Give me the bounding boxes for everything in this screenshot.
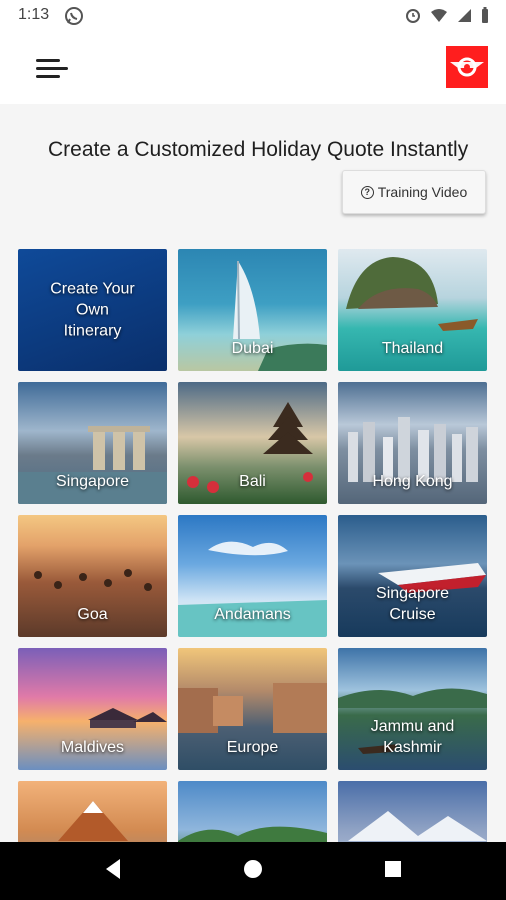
alarm-icon xyxy=(404,6,422,29)
home-circle-icon[interactable] xyxy=(240,856,266,887)
tile-label: Maldives xyxy=(60,739,125,756)
wifi-icon xyxy=(430,7,448,28)
tile-label: Jammu and Kashmir xyxy=(370,718,455,756)
tile-label: Singapore Cruise xyxy=(376,585,449,623)
recent-square-icon[interactable] xyxy=(382,856,404,887)
tile-bali[interactable]: Bali xyxy=(178,382,327,504)
question-circle-icon: ? xyxy=(360,185,374,199)
tile-mountain[interactable] xyxy=(18,781,167,842)
palms-image xyxy=(178,826,327,842)
tile-goa[interactable]: Goa xyxy=(18,515,167,637)
tile-label: Goa xyxy=(77,606,108,623)
whatsapp-icon xyxy=(64,6,84,31)
tile-label: Thailand xyxy=(381,340,444,357)
tile-label: Dubai xyxy=(231,340,274,357)
status-bar: 1:13 xyxy=(0,0,506,32)
tile-label: Andamans xyxy=(214,606,291,623)
tile-label: Create Your Own Itinerary xyxy=(50,280,135,340)
tile-jammu-kashmir[interactable]: Jammu and Kashmir xyxy=(338,648,487,770)
app-bar xyxy=(0,32,506,104)
tile-singapore[interactable]: Singapore xyxy=(18,382,167,504)
battery-icon xyxy=(480,6,490,29)
signal-icon xyxy=(456,7,472,28)
tile-snow[interactable] xyxy=(338,781,487,842)
tile-label: Hong Kong xyxy=(372,473,453,490)
tile-label: Bali xyxy=(239,473,266,490)
tile-andamans[interactable]: Andamans xyxy=(178,515,327,637)
tile-hong-kong[interactable]: Hong Kong xyxy=(338,382,487,504)
status-icons xyxy=(404,6,490,29)
brand-logo[interactable] xyxy=(446,46,488,88)
tile-europe[interactable]: Europe xyxy=(178,648,327,770)
back-triangle-icon[interactable] xyxy=(102,856,124,887)
tile-create-itinerary[interactable]: Create Your Own Itinerary xyxy=(18,249,167,371)
page-title: Create a Customized Holiday Quote Instan… xyxy=(48,138,469,161)
tile-label: Europe xyxy=(226,739,279,756)
main-content: Create a Customized Holiday Quote Instan… xyxy=(0,104,506,842)
status-time: 1:13 xyxy=(18,6,50,23)
mountain-image xyxy=(58,801,128,841)
tile-palms[interactable] xyxy=(178,781,327,842)
tile-label: Singapore xyxy=(56,473,129,490)
training-video-label: Training Video xyxy=(377,184,468,200)
snow-image xyxy=(348,811,487,841)
system-nav-bar xyxy=(0,842,506,900)
hamburger-menu-icon[interactable] xyxy=(36,56,70,82)
tile-thailand[interactable]: Thailand xyxy=(338,249,487,371)
tile-singapore-cruise[interactable]: Singapore Cruise xyxy=(338,515,487,637)
training-video-button[interactable]: ? Training Video xyxy=(342,170,486,214)
tile-dubai[interactable]: Dubai xyxy=(178,249,327,371)
tile-maldives[interactable]: Maldives xyxy=(18,648,167,770)
